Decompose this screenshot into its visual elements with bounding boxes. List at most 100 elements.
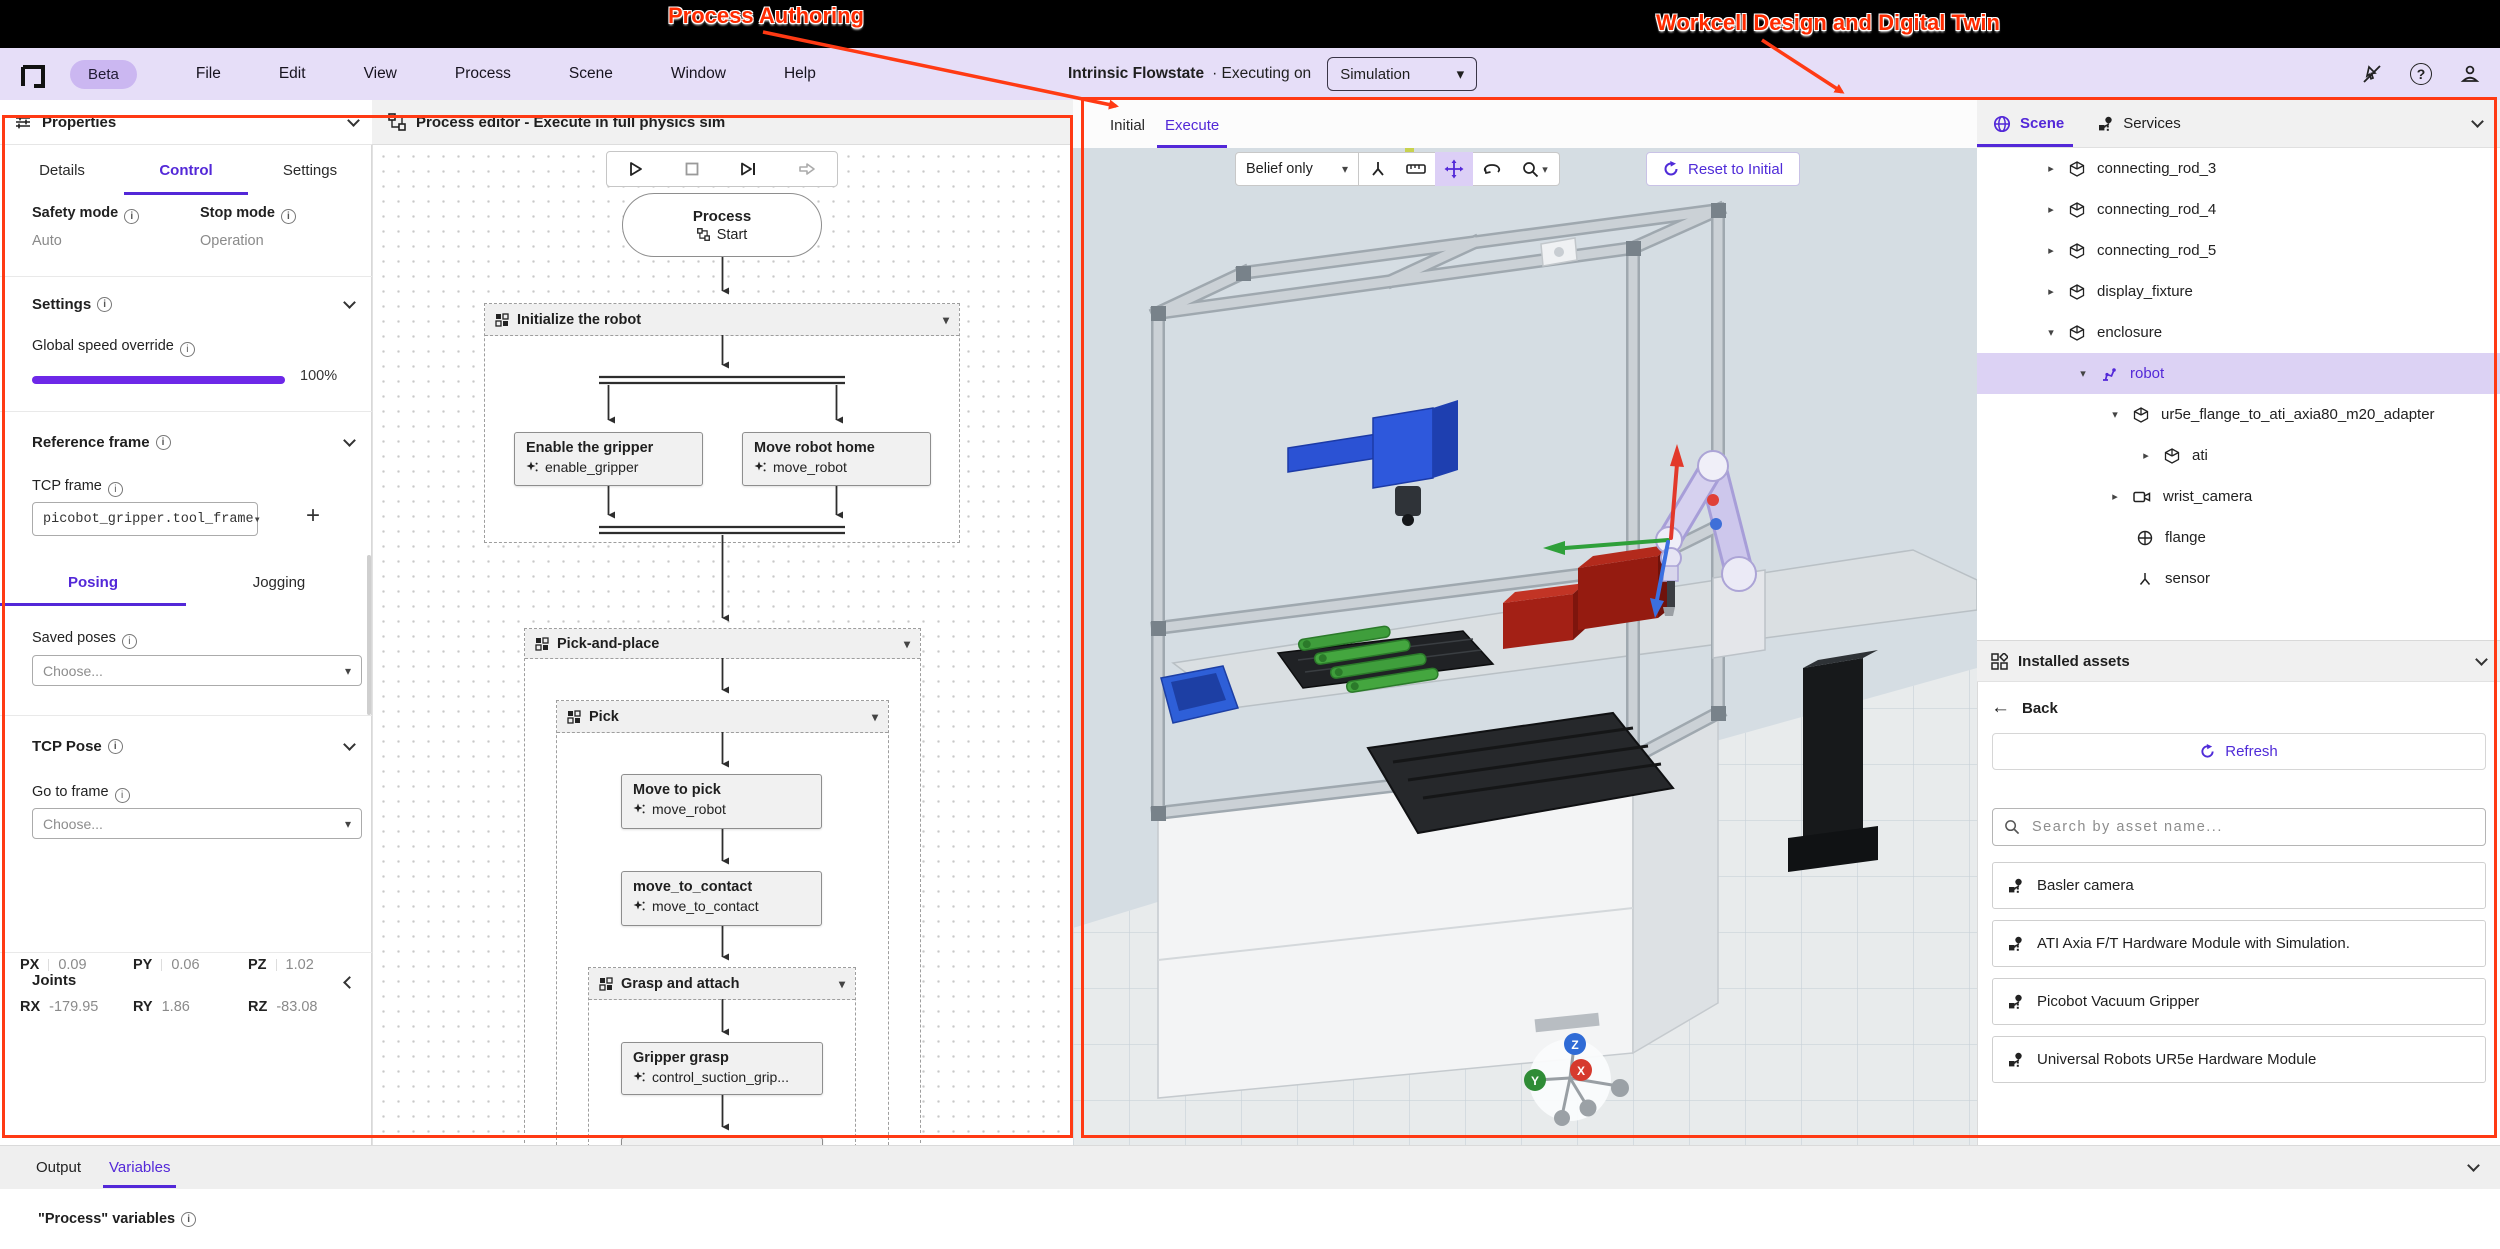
tree-item-enclosure[interactable]: ▾ enclosure (1977, 312, 2500, 353)
reference-frame-header[interactable]: Reference frame i (18, 434, 185, 451)
menu-scene[interactable]: Scene (540, 57, 642, 91)
play-icon[interactable] (628, 161, 644, 177)
joints-header[interactable]: Joints (18, 972, 90, 989)
tree-item-sensor[interactable]: sensor (1977, 558, 2500, 599)
execution-target-select[interactable]: Simulation ▾ (1327, 57, 1477, 91)
refres h-button[interactable]: Refresh (1992, 733, 2486, 770)
caret-right-icon[interactable]: ▸ (2045, 162, 2057, 175)
menu-view[interactable]: View (335, 57, 426, 91)
py-value[interactable]: 0.06 (171, 957, 199, 973)
tree-item-flange[interactable]: flange (1977, 517, 2500, 558)
tree-item-connecting-rod-4[interactable]: ▸ connecting_rod_4 (1977, 189, 2500, 230)
step-icon[interactable] (740, 161, 757, 177)
asset-search[interactable] (1992, 808, 2486, 846)
asset-card-ati[interactable]: ATI Axia F/T Hardware Module with Simula… (1992, 920, 2486, 967)
menu-file[interactable]: File (167, 57, 250, 91)
tab-posing[interactable]: Posing (0, 558, 186, 606)
node-clipped[interactable] (621, 1137, 823, 1145)
chevron-down-icon[interactable] (2467, 1159, 2480, 1172)
caret-down-icon[interactable]: ▾ (2077, 367, 2089, 380)
chevron-left-icon[interactable] (343, 976, 356, 989)
account-icon[interactable] (2458, 62, 2482, 86)
chevron-down-icon[interactable] (343, 296, 356, 309)
group-initialize-robot[interactable]: Initialize the robot ▾ (484, 303, 960, 543)
ry-value[interactable]: 1.86 (162, 999, 190, 1015)
node-move-to-pick[interactable]: Move to pick move_robot (621, 774, 822, 829)
rotate-tool-icon[interactable] (1473, 152, 1511, 186)
stop-icon[interactable] (685, 162, 699, 176)
viewport-3d-scene[interactable]: Z X Y Belief only ▾ (1073, 148, 1977, 1145)
tab-scene[interactable]: Scene (1977, 100, 2080, 147)
node-move-robot-home[interactable]: Move robot home move_robot (742, 432, 931, 486)
tree-item-adapter[interactable]: ▾ ur5e_flange_to_ati_axia80_m20_adapter (1977, 394, 2500, 435)
tab-control[interactable]: Control (124, 145, 248, 195)
node-gripper-grasp[interactable]: Gripper grasp control_suction_grip... (621, 1042, 823, 1095)
installed-assets-header[interactable]: Installed assets (1977, 640, 2500, 682)
group-grasp-header[interactable]: Grasp and attach ▾ (589, 968, 855, 1000)
tcp-pose-header[interactable]: TCP Pose i (18, 738, 137, 755)
tree-item-connecting-rod-3[interactable]: ▸ connecting_rod_3 (1977, 148, 2500, 189)
tree-item-connecting-rod-5[interactable]: ▸ connecting_rod_5 (1977, 230, 2500, 271)
tree-item-display-fixture[interactable]: ▸ display_fixture (1977, 271, 2500, 312)
px-value[interactable]: 0.09 (58, 957, 86, 973)
properties-header[interactable]: Properties (0, 100, 372, 145)
zoom-tool-icon[interactable]: ▾ (1511, 152, 1559, 186)
tab-details[interactable]: Details (0, 145, 124, 195)
tree-item-robot[interactable]: ▾ robot (1977, 353, 2500, 394)
scrollbar[interactable] (367, 555, 371, 715)
settings-section-header[interactable]: Settings i (18, 296, 126, 313)
asset-card-basler[interactable]: Basler camera (1992, 862, 2486, 909)
tab-settings[interactable]: Settings (248, 145, 372, 195)
group-pnp-header[interactable]: Pick-and-place ▾ (525, 629, 920, 659)
process-start-node[interactable]: Process Start (622, 193, 822, 257)
menu-edit[interactable]: Edit (250, 57, 335, 91)
tree-item-wrist-camera[interactable]: ▸ wrist_camera (1977, 476, 2500, 517)
measure-tool-icon[interactable] (1397, 152, 1435, 186)
belief-mode-select[interactable]: Belief only ▾ (1235, 152, 1359, 186)
help-icon[interactable]: ? (2410, 63, 2432, 85)
group-pick-header[interactable]: Pick ▾ (557, 701, 888, 733)
asset-search-input[interactable] (2030, 818, 2474, 836)
chevron-down-icon[interactable] (343, 738, 356, 751)
tab-variables[interactable]: Variables (95, 1147, 184, 1188)
tree-item-ati[interactable]: ▸ ati (1977, 435, 2500, 476)
rz-value[interactable]: -83.08 (276, 999, 317, 1015)
group-initialize-header[interactable]: Initialize the robot ▾ (485, 304, 959, 336)
reset-to-initial-button[interactable]: Reset to Initial (1646, 152, 1800, 186)
menu-window[interactable]: Window (642, 57, 755, 91)
tcp-frame-select[interactable]: picobot_gripper.tool_frame ▾ (32, 502, 258, 536)
chevron-down-icon[interactable] (343, 434, 356, 447)
goto-frame-select[interactable]: Choose... ▾ (32, 808, 362, 839)
move-tool-icon[interactable] (1435, 152, 1473, 186)
process-canvas[interactable]: Initialize the robot ▾ Pick-and-place ▾ (372, 145, 1073, 1145)
frame-tool-icon[interactable] (1359, 152, 1397, 186)
caret-down-icon[interactable]: ▾ (2045, 326, 2057, 339)
caret-right-icon[interactable]: ▸ (2045, 285, 2057, 298)
asset-card-picobot[interactable]: Picobot Vacuum Gripper (1992, 978, 2486, 1025)
tab-execute[interactable]: Execute (1155, 117, 1229, 148)
pointer-disabled-icon[interactable] (2360, 62, 2384, 86)
node-enable-gripper[interactable]: Enable the gripper enable_gripper (514, 432, 703, 486)
chevron-down-icon[interactable] (2471, 115, 2484, 128)
node-move-to-contact[interactable]: move_to_contact move_to_contact (621, 871, 822, 926)
saved-poses-select[interactable]: Choose... ▾ (32, 655, 362, 686)
menu-process[interactable]: Process (426, 57, 540, 91)
add-frame-button[interactable]: + (306, 502, 320, 530)
speed-slider[interactable] (32, 376, 285, 384)
asset-card-ur5e[interactable]: Universal Robots UR5e Hardware Module (1992, 1036, 2486, 1083)
caret-right-icon[interactable]: ▸ (2045, 203, 2057, 216)
back-button[interactable]: ← Back (1977, 690, 2500, 726)
tab-initial[interactable]: Initial (1100, 117, 1155, 148)
pz-value[interactable]: 1.02 (286, 957, 314, 973)
tab-output[interactable]: Output (22, 1147, 95, 1188)
caret-right-icon[interactable]: ▸ (2045, 244, 2057, 257)
beta-badge[interactable]: Beta (70, 60, 137, 89)
tab-services[interactable]: Services (2080, 100, 2197, 147)
rx-value[interactable]: -179.95 (49, 999, 98, 1015)
caret-down-icon[interactable]: ▾ (2109, 408, 2121, 421)
caret-right-icon[interactable]: ▸ (2140, 449, 2152, 462)
caret-right-icon[interactable]: ▸ (2109, 490, 2121, 503)
menu-help[interactable]: Help (755, 57, 845, 91)
tab-jogging[interactable]: Jogging (186, 558, 372, 606)
skip-icon[interactable] (798, 161, 816, 177)
